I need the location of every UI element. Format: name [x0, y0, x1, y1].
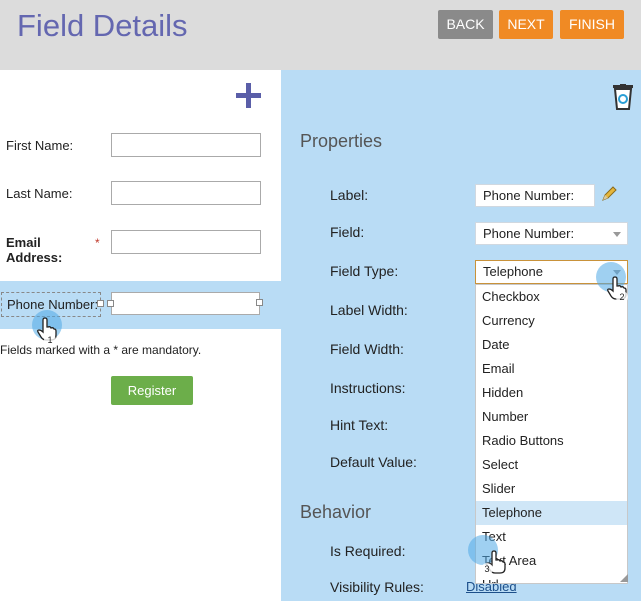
finish-button[interactable]: FINISH	[560, 10, 624, 39]
header-bar: Field Details BACK NEXT FINISH	[0, 0, 641, 70]
label-prop-label: Label:	[330, 187, 369, 203]
default-value-label: Default Value:	[330, 454, 417, 470]
properties-heading: Properties	[300, 131, 383, 151]
email-label-line2: Address:	[6, 250, 63, 265]
email-label-line1: Email	[6, 235, 41, 250]
field-width-label: Field Width:	[330, 341, 404, 357]
first-name-input[interactable]	[111, 133, 261, 157]
label-width-label: Label Width:	[330, 302, 408, 318]
step-number: 1	[44, 334, 56, 346]
trash-icon[interactable]	[612, 84, 634, 110]
step-number: 2	[616, 291, 628, 303]
dropdown-option[interactable]: Date	[476, 333, 627, 357]
resize-handle[interactable]	[256, 299, 263, 306]
first-name-label: First Name:	[6, 138, 74, 153]
dropdown-option[interactable]: Email	[476, 357, 627, 381]
dropdown-option[interactable]: Number	[476, 405, 627, 429]
label-value-input[interactable]: Phone Number:	[475, 184, 595, 207]
email-label: Email Address:	[6, 235, 62, 265]
dropdown-option-selected[interactable]: Telephone	[476, 501, 627, 525]
dropdown-option[interactable]: Text	[476, 525, 627, 549]
dropdown-option[interactable]: Select	[476, 453, 627, 477]
dropdown-option[interactable]: Slider	[476, 477, 627, 501]
field-prop-label: Field:	[330, 224, 365, 240]
phone-number-label: Phone Number:	[7, 297, 99, 312]
register-button[interactable]: Register	[111, 376, 193, 405]
page-title: Field Details	[17, 8, 188, 43]
hint-text-label: Hint Text:	[330, 417, 389, 433]
scrollbar-corner[interactable]	[620, 568, 628, 582]
pencil-icon[interactable]	[600, 185, 618, 203]
field-type-label: Field Type:	[330, 263, 399, 279]
instructions-label: Instructions:	[330, 380, 406, 396]
field-select[interactable]: Phone Number:	[475, 222, 628, 245]
phone-number-input[interactable]	[111, 292, 260, 315]
dropdown-option[interactable]: Currency	[476, 309, 627, 333]
plus-icon[interactable]	[236, 83, 261, 108]
step-number: 3	[481, 563, 493, 575]
dropdown-option[interactable]: Radio Buttons	[476, 429, 627, 453]
is-required-label: Is Required:	[330, 543, 406, 559]
next-button[interactable]: NEXT	[499, 10, 553, 39]
behavior-heading: Behavior	[300, 502, 372, 522]
visibility-rules-label: Visibility Rules:	[330, 579, 424, 595]
resize-handle[interactable]	[107, 300, 114, 307]
chevron-down-icon	[613, 232, 621, 237]
last-name-label: Last Name:	[6, 186, 73, 201]
mandatory-note: Fields marked with a * are mandatory.	[0, 343, 202, 357]
required-mark: *	[95, 236, 100, 250]
resize-handle[interactable]	[97, 300, 104, 307]
field-select-value: Phone Number:	[483, 226, 575, 241]
dropdown-option[interactable]: Hidden	[476, 381, 627, 405]
dropdown-option[interactable]: Url	[476, 573, 627, 583]
last-name-input[interactable]	[111, 181, 261, 205]
field-type-value: Telephone	[483, 264, 543, 279]
email-input[interactable]	[111, 230, 261, 254]
back-button[interactable]: BACK	[438, 10, 493, 39]
field-type-dropdown[interactable]: Checkbox Currency Date Email Hidden Numb…	[475, 284, 628, 584]
